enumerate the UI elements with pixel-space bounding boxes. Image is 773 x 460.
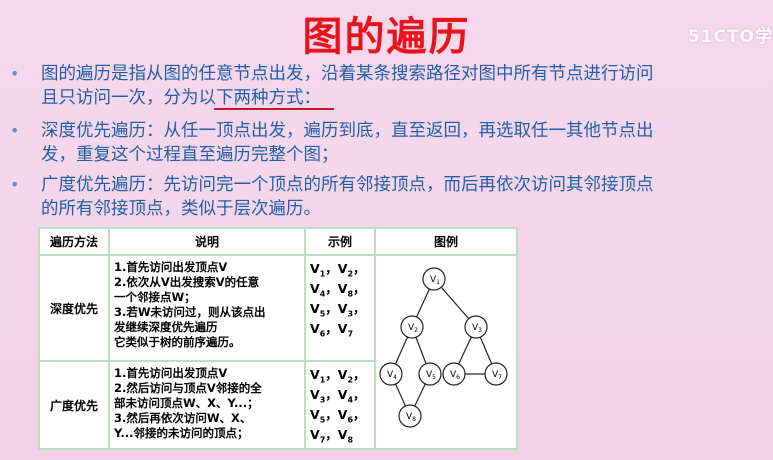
- description-line: 一个邻接点W；: [114, 290, 196, 304]
- graph-node-v6: V6: [442, 361, 466, 386]
- example-line: V3，V4，: [310, 387, 366, 405]
- description-line: 发继续深度优先遍历: [114, 320, 218, 334]
- example-cell: V1，V2， V3，V4， V5，V6， V7，V8: [304, 360, 376, 450]
- graph-node-v4: V4: [379, 361, 403, 386]
- method-cell: 广度优先: [38, 360, 110, 450]
- graph-diagram: V1 V2 V3 V4 V5 V6 V7 V8: [379, 266, 508, 428]
- bullet-line: 的所有邻接顶点，类似于层次遍历。: [41, 199, 321, 219]
- example-line: V6，V7: [310, 321, 354, 339]
- bullet-line: 深度优先遍历：从任一顶点出发，遍历到底，直至返回，再选取任一其他节点出: [41, 121, 654, 141]
- header-example: 示例: [304, 227, 376, 256]
- bullet-line: 图的遍历是指从图的任意节点出发，沿着某条搜索路径对图中所有节点进行访问: [41, 64, 654, 84]
- graph-node-v7: V7: [484, 361, 508, 386]
- description-cell: 1.首先访问出发顶点V 2.然后访问与顶点V邻接的全 部未访问顶点W、X、Y..…: [108, 360, 306, 450]
- description-line: 它类似于树的前序遍历。: [114, 335, 241, 349]
- graph-node-v8: V8: [398, 403, 422, 428]
- example-line: V5，V6，: [310, 407, 366, 425]
- header-description: 说明: [108, 227, 306, 256]
- example-line: V7，V8: [310, 427, 354, 445]
- bullet-line: 且只访问一次，分为以下两种方式：: [41, 88, 321, 108]
- bullet-dot-icon: •: [10, 121, 20, 140]
- watermark-logo: 51CTO学: [687, 27, 773, 47]
- table-row: 深度优先 1.首先访问出发顶点V 2.依次从V出发搜索V的任意 一个邻接点W； …: [38, 254, 518, 450]
- diagram-cell: V1 V2 V3 V4 V5 V6 V7 V8: [374, 254, 518, 450]
- method-cell: 深度优先: [38, 254, 110, 362]
- description-line: 3.然后再依次访问W、X、: [114, 411, 252, 425]
- example-line: V1，V2，: [310, 367, 366, 385]
- bullet-dot-icon: •: [10, 64, 20, 83]
- graph-node-v2: V2: [400, 314, 424, 339]
- description-line: 3.若W未访问过，则从该点出: [114, 305, 266, 319]
- example-line: V4，V8，: [310, 281, 366, 299]
- graph-node-v3: V3: [464, 314, 488, 339]
- graph-node-v1: V1: [422, 266, 446, 291]
- description-line: Y...邻接的未访问的顶点；: [114, 426, 249, 440]
- description-line: 部未访问顶点W、X、Y...；: [114, 396, 259, 410]
- example-cell: V1，V2， V4，V8， V5，V3， V6，V7: [304, 254, 376, 362]
- header-method: 遍历方法: [38, 227, 110, 256]
- bullet-line: 发，重复这个过程直至遍历完整个图；: [41, 145, 339, 165]
- description-line: 1.首先访问出发顶点V: [114, 260, 228, 274]
- table-header-row: 遍历方法 说明 示例 图例: [38, 227, 518, 256]
- description-cell: 1.首先访问出发顶点V 2.依次从V出发搜索V的任意 一个邻接点W； 3.若W未…: [108, 254, 306, 362]
- bullet-dot-icon: •: [10, 175, 20, 194]
- description-line: 2.然后访问与顶点V邻接的全: [114, 381, 262, 395]
- bullet-line: 广度优先遍历：先访问完一个顶点的所有邻接顶点，而后再依次访问其邻接顶点: [41, 175, 654, 195]
- example-line: V1，V2，: [310, 261, 366, 279]
- traversal-table: 遍历方法 说明 示例 图例 深度优先 1.首先访问出发顶点V 2.依次从V出发搜…: [38, 227, 518, 450]
- page-title: 图的遍历: [302, 13, 471, 60]
- description-line: 2.依次从V出发搜索V的任意: [114, 275, 260, 289]
- example-line: V5，V3，: [310, 301, 366, 319]
- header-diagram: 图例: [374, 227, 518, 256]
- underline-mark: [214, 108, 334, 110]
- description-line: 1.首先访问出发顶点V: [114, 366, 228, 380]
- graph-node-v5: V5: [418, 361, 442, 386]
